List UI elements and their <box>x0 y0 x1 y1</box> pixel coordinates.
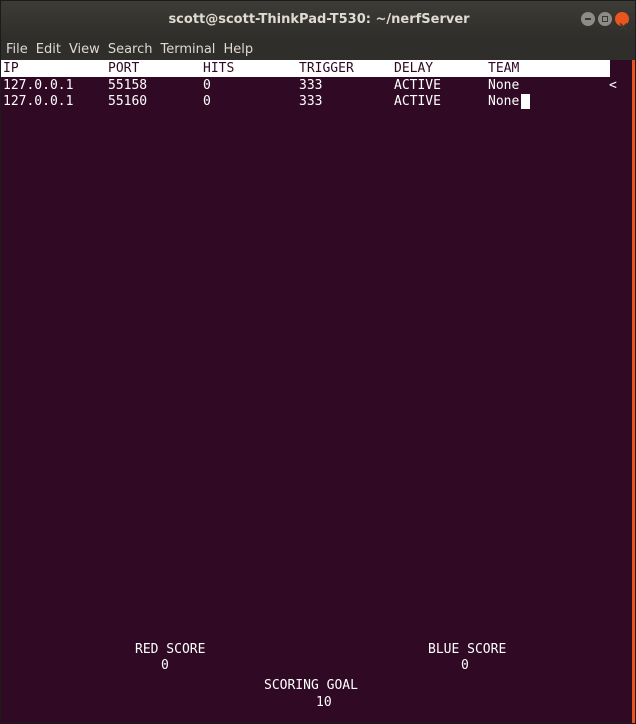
close-icon[interactable] <box>615 9 629 46</box>
window-controls <box>581 9 629 46</box>
menu-bar: File Edit View Search Terminal Help <box>1 38 635 60</box>
row-2-team: None <box>488 94 520 109</box>
scoring-goal-value: 10 <box>316 695 332 710</box>
row-2-trigger: 333 <box>299 94 323 109</box>
row-1-ip: 127.0.0.1 <box>3 78 74 93</box>
terminal-output[interactable]: IP PORT HITS TRIGGER DELAY TEAM 127.0.0.… <box>1 60 635 723</box>
scrollbar[interactable] <box>632 60 635 723</box>
red-score-label: RED SCORE <box>135 642 206 657</box>
selection-marker: < <box>609 78 617 93</box>
row-2-delay: ACTIVE <box>394 94 441 109</box>
menu-view[interactable]: View <box>68 42 101 57</box>
menu-search[interactable]: Search <box>107 42 154 57</box>
row-2-port: 55160 <box>108 94 148 109</box>
title-bar[interactable]: scott@scott-ThinkPad-T530: ~/nerfServer <box>1 1 635 46</box>
blue-score-value: 0 <box>461 658 469 673</box>
row-2-ip: 127.0.0.1 <box>3 94 74 109</box>
row-1-hits: 0 <box>203 78 211 93</box>
row-1-trigger: 333 <box>299 78 323 93</box>
menu-help[interactable]: Help <box>222 42 254 57</box>
blue-score-label: BLUE SCORE <box>428 642 507 657</box>
menu-file[interactable]: File <box>5 42 29 57</box>
scoring-goal-label: SCORING GOAL <box>264 678 358 693</box>
column-header-trigger: TRIGGER <box>299 61 354 76</box>
minimize-icon[interactable] <box>581 12 595 26</box>
row-1-delay: ACTIVE <box>394 78 441 93</box>
maximize-icon[interactable] <box>598 12 612 26</box>
column-header-team: TEAM <box>488 61 520 76</box>
window-title: scott@scott-ThinkPad-T530: ~/nerfServer <box>168 12 470 27</box>
column-header-ip: IP <box>3 61 19 76</box>
menu-terminal[interactable]: Terminal <box>159 42 216 57</box>
column-header-delay: DELAY <box>394 61 434 76</box>
menu-edit[interactable]: Edit <box>35 42 62 57</box>
row-2-hits: 0 <box>203 94 211 109</box>
terminal-window: scott@scott-ThinkPad-T530: ~/nerfServer … <box>0 0 636 724</box>
column-header-port: PORT <box>108 61 140 76</box>
text-cursor <box>521 94 530 109</box>
red-score-value: 0 <box>161 658 169 673</box>
row-1-team: None <box>488 78 520 93</box>
column-header-hits: HITS <box>203 61 235 76</box>
row-1-port: 55158 <box>108 78 148 93</box>
